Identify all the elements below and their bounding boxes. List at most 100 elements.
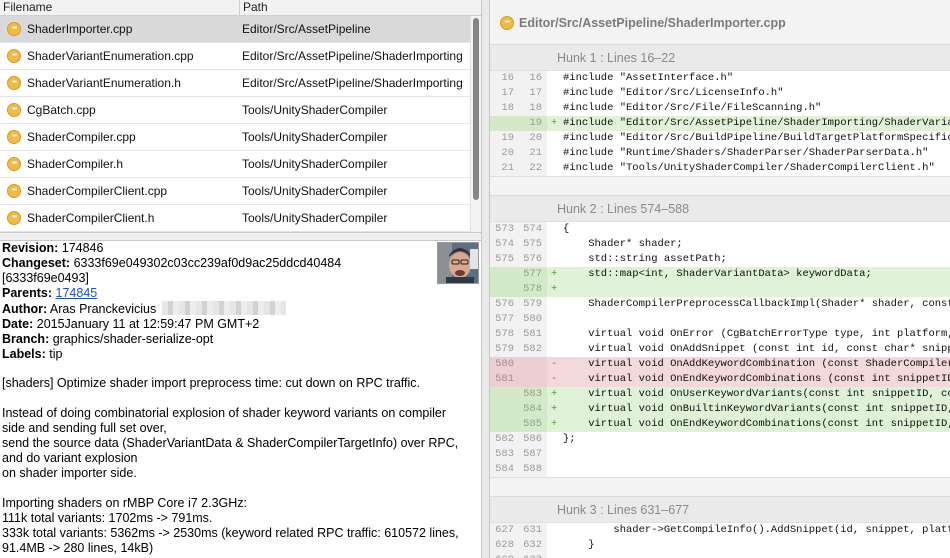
revision-line: Revision: 174846 bbox=[2, 241, 479, 256]
code-text: std::map<int, ShaderVariantData> keyword… bbox=[563, 268, 872, 280]
old-line-number: 20 bbox=[501, 147, 514, 159]
vertical-splitter[interactable] bbox=[481, 0, 490, 558]
new-line-number: 574 bbox=[523, 223, 542, 235]
date-line: Date: 2015January 11 at 12:59:47 PM GMT+… bbox=[2, 317, 479, 332]
changeset-short: [6333f69e0493] bbox=[2, 271, 89, 285]
context-line[interactable]: 574 575 Shader* shader; bbox=[490, 237, 950, 252]
changeset-label: Changeset: bbox=[2, 256, 71, 270]
hunk-header[interactable]: Hunk 3 : Lines 631–677 bbox=[490, 496, 950, 522]
old-line-number: 21 bbox=[501, 162, 514, 174]
file-path: Tools/UnityShaderCompiler bbox=[242, 103, 388, 117]
parent-revision-link[interactable]: 174845 bbox=[56, 286, 98, 300]
code-text: virtual void OnEndKeywordCombinations(co… bbox=[588, 418, 950, 430]
line-number-gutter: 580 bbox=[490, 357, 547, 372]
path-column-header[interactable]: Path bbox=[243, 0, 268, 15]
horizontal-splitter[interactable] bbox=[0, 232, 481, 241]
context-line[interactable]: 576 579 ShaderCompilerPreprocessCallbackI… bbox=[490, 297, 950, 312]
code-text: Shader* shader; bbox=[563, 238, 683, 250]
file-list-scrollbar[interactable] bbox=[470, 16, 481, 232]
new-line-number: 18 bbox=[529, 102, 542, 114]
changeset-value: 6333f69e049302c03cc239af0d9ac25ddcd40484 bbox=[73, 256, 342, 270]
line-number-gutter: 583 587 bbox=[490, 447, 547, 462]
hunk-header[interactable]: Hunk 1 : Lines 16–22 bbox=[490, 44, 950, 70]
modified-file-icon bbox=[7, 211, 21, 225]
diff-marker: + bbox=[551, 283, 558, 295]
column-separator[interactable] bbox=[239, 0, 240, 16]
file-list-row[interactable]: ShaderCompiler.h Tools/UnityShaderCompile… bbox=[0, 151, 470, 178]
added-line[interactable]: 577 + std::map<int, ShaderVariantData> ke… bbox=[490, 267, 950, 282]
file-list-row[interactable]: ShaderCompiler.cpp Tools/UnityShaderCompi… bbox=[0, 124, 470, 151]
code-text: virtual void OnBuiltinKeywordVariants(co… bbox=[588, 403, 950, 415]
code-text: } bbox=[563, 539, 595, 551]
old-line-number: 574 bbox=[495, 238, 514, 250]
file-list-row[interactable]: ShaderVariantEnumeration.cpp Editor/Src/A… bbox=[0, 43, 470, 70]
context-line[interactable]: 629 633 bbox=[490, 553, 950, 558]
new-line-number: 583 bbox=[523, 388, 542, 400]
new-line-number: 579 bbox=[523, 298, 542, 310]
context-line[interactable]: 18 18 #include "Editor/Src/File/FileScanni… bbox=[490, 101, 950, 116]
code-text: shader->GetCompileInfo().AddSnippet(id, … bbox=[613, 524, 950, 536]
code-text: virtual void OnAddKeywordCombination (co… bbox=[588, 358, 950, 370]
file-name: CgBatch.cpp bbox=[27, 103, 96, 117]
context-line[interactable]: 628 632 } bbox=[490, 538, 950, 553]
context-line[interactable]: 584 588 bbox=[490, 462, 950, 477]
code-text: #include "Editor/Src/AssetPipeline/Shade… bbox=[563, 117, 950, 129]
context-line[interactable]: 19 20 #include "Editor/Src/BuildPipeline/B… bbox=[490, 131, 950, 146]
removed-line[interactable]: 581 - virtual void OnEndKeywordCombinatio… bbox=[490, 372, 950, 387]
filename-column-header[interactable]: Filename bbox=[3, 0, 52, 15]
diff-marker: + bbox=[551, 117, 558, 129]
context-line[interactable]: 20 21 #include "Runtime/Shaders/ShaderPars… bbox=[490, 146, 950, 161]
line-number-gutter: 575 576 bbox=[490, 252, 547, 267]
added-line[interactable]: 19 + #include "Editor/Src/AssetPipeline/Sh… bbox=[490, 116, 950, 131]
redacted-email bbox=[162, 301, 287, 315]
file-list-row[interactable]: CgBatch.cpp Tools/UnityShaderCompiler bbox=[0, 97, 470, 124]
file-list-row[interactable]: ShaderImporter.cpp Editor/Src/AssetPipeli… bbox=[0, 16, 470, 43]
new-line-number: 585 bbox=[523, 418, 542, 430]
modified-file-icon bbox=[7, 130, 21, 144]
added-line[interactable]: 584 + virtual void OnBuiltinKeywordVarian… bbox=[490, 402, 950, 417]
date-label: Date: bbox=[2, 317, 34, 331]
context-line[interactable]: 577 580 bbox=[490, 312, 950, 327]
line-number-gutter: 578 581 bbox=[490, 327, 547, 342]
context-line[interactable]: 16 16 #include "AssetInterface.h" bbox=[490, 71, 950, 86]
parents-line: Parents: 174845 bbox=[2, 286, 479, 301]
added-line[interactable]: 578 + bbox=[490, 282, 950, 297]
changeset-line: Changeset: 6333f69e049302c03cc239af0d9ac… bbox=[2, 256, 479, 271]
file-path: Editor/Src/AssetPipeline/ShaderImporting bbox=[242, 49, 463, 63]
context-line[interactable]: 17 17 #include "Editor/Src/LicenseInfo.h" bbox=[490, 86, 950, 101]
commit-message-line: on shader importer side. bbox=[2, 466, 137, 480]
old-line-number: 576 bbox=[495, 298, 514, 310]
old-line-number: 17 bbox=[501, 87, 514, 99]
file-path: Tools/UnityShaderCompiler bbox=[242, 211, 388, 225]
code-text: ShaderCompilerPreprocessCallbackImpl(Sha… bbox=[588, 298, 950, 310]
changed-files-list: ShaderImporter.cpp Editor/Src/AssetPipeli… bbox=[0, 16, 481, 232]
context-line[interactable]: 575 576 std::string assetPath; bbox=[490, 252, 950, 267]
context-line[interactable]: 573 574 { bbox=[490, 222, 950, 237]
added-line[interactable]: 583 + virtual void OnUserKeywordVariants(… bbox=[490, 387, 950, 402]
new-line-number: 22 bbox=[529, 162, 542, 174]
hunk-header[interactable]: Hunk 2 : Lines 574–588 bbox=[490, 195, 950, 221]
old-line-number: 577 bbox=[495, 313, 514, 325]
file-path: Editor/Src/AssetPipeline/ShaderImporting bbox=[242, 76, 463, 90]
hunk-code-block: 627 631 shader->GetCompileInfo().AddSnipp… bbox=[490, 522, 950, 558]
context-line[interactable]: 582 586}; bbox=[490, 432, 950, 447]
old-line-number: 16 bbox=[501, 72, 514, 84]
code-text: { bbox=[563, 223, 570, 235]
file-list-row[interactable]: ShaderCompilerClient.h Tools/UnityShaderC… bbox=[0, 205, 470, 232]
line-number-gutter: 17 17 bbox=[490, 86, 547, 101]
file-list-row[interactable]: ShaderCompilerClient.cpp Tools/UnityShade… bbox=[0, 178, 470, 205]
line-number-gutter: 581 bbox=[490, 372, 547, 387]
context-line[interactable]: 583 587 bbox=[490, 447, 950, 462]
context-line[interactable]: 627 631 shader->GetCompileInfo().AddSnipp… bbox=[490, 523, 950, 538]
line-number-gutter: 582 586 bbox=[490, 432, 547, 447]
added-line[interactable]: 585 + virtual void OnEndKeywordCombinatio… bbox=[490, 417, 950, 432]
file-list-row[interactable]: ShaderVariantEnumeration.h Editor/Src/Ass… bbox=[0, 70, 470, 97]
new-line-number: 577 bbox=[523, 268, 542, 280]
new-line-number: 631 bbox=[523, 524, 542, 536]
file-list-scrollbar-thumb[interactable] bbox=[473, 18, 479, 200]
context-line[interactable]: 578 581 virtual void OnError (CgBatchErro… bbox=[490, 327, 950, 342]
context-line[interactable]: 21 22 #include "Tools/UnityShaderCompiler/… bbox=[490, 161, 950, 176]
hunk-title: Hunk 2 : Lines 574–588 bbox=[557, 202, 690, 216]
context-line[interactable]: 579 582 virtual void OnAddSnippet (const … bbox=[490, 342, 950, 357]
removed-line[interactable]: 580 - virtual void OnAddKeywordCombinatio… bbox=[490, 357, 950, 372]
